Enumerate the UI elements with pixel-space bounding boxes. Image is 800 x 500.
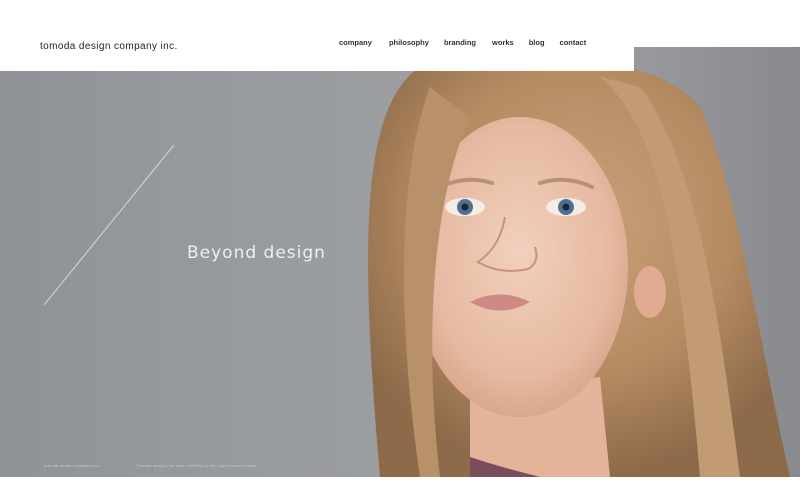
main-nav: company philosophy branding works blog c…: [339, 38, 586, 47]
footer-note: Tomoda design has been certified by the …: [136, 463, 258, 468]
bottom-white-bar: [0, 477, 800, 500]
header-panel-top-strip: [634, 0, 800, 47]
decorative-diagonal-line: [44, 145, 174, 305]
site-logo[interactable]: tomoda design company inc.: [40, 41, 178, 52]
nav-item-contact[interactable]: contact: [560, 38, 587, 47]
nav-item-works[interactable]: works: [492, 38, 514, 47]
nav-item-philosophy[interactable]: philosophy: [389, 38, 429, 47]
header-panel: [0, 0, 634, 71]
nav-item-blog[interactable]: blog: [529, 38, 545, 47]
footer-copyright: tomoda design company inc.: [44, 463, 101, 468]
footer: tomoda design company inc. Tomoda design…: [44, 463, 292, 468]
hero-tagline: Beyond design: [187, 243, 326, 263]
nav-item-company[interactable]: company: [339, 38, 372, 47]
nav-item-branding[interactable]: branding: [444, 38, 476, 47]
